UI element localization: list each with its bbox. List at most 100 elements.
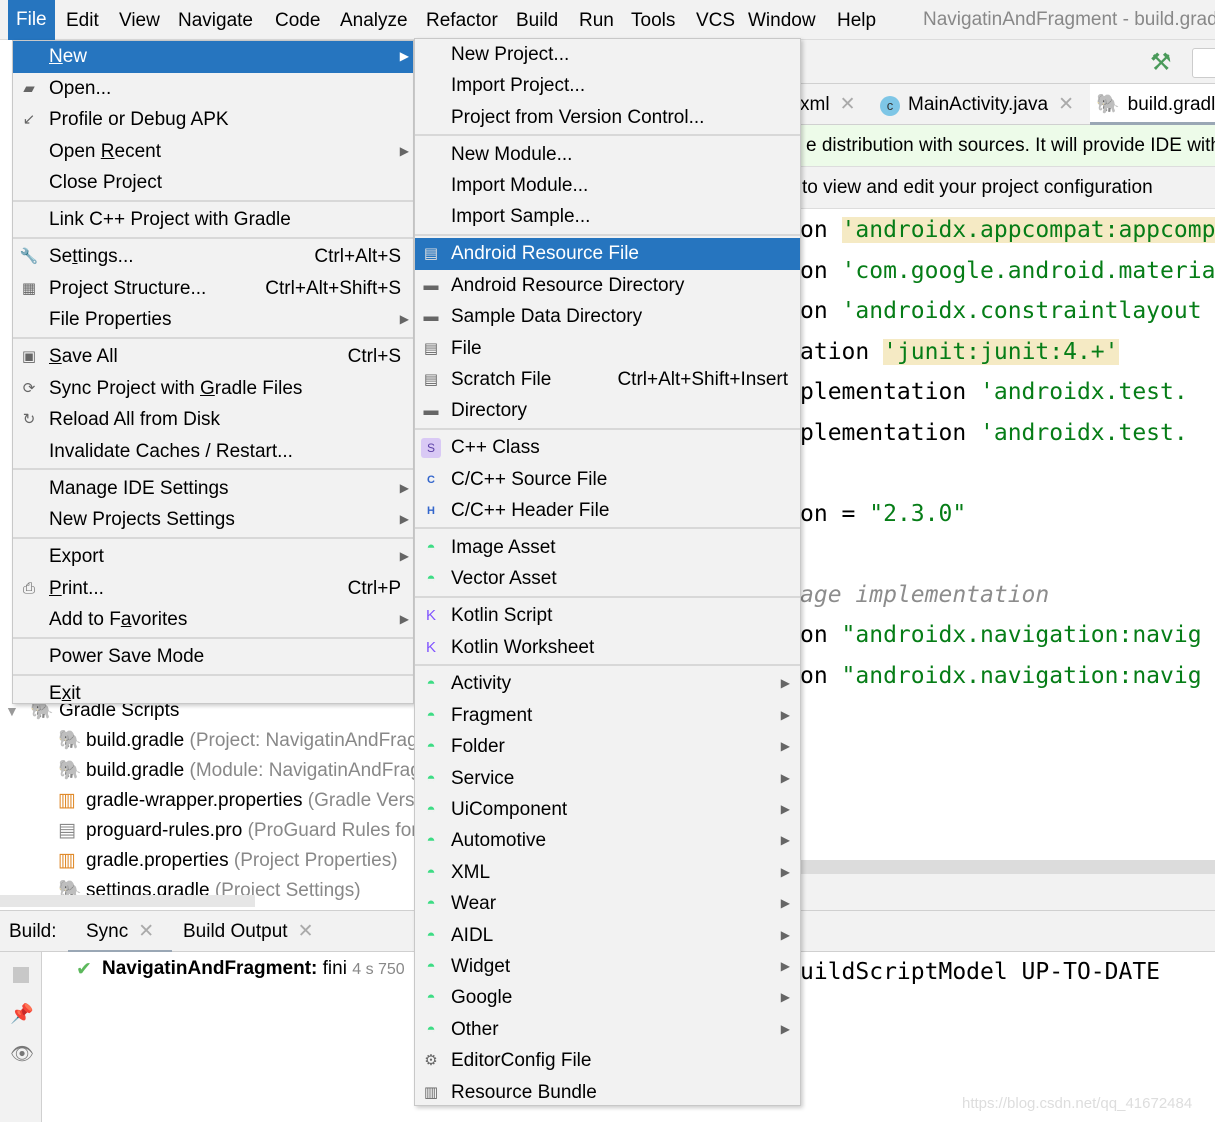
code-line: on "androidx.navigation:navig xyxy=(800,615,1202,655)
menu-item-kotlin-script[interactable]: K Kotlin Script xyxy=(415,600,800,631)
menu-item-sync-project-with-gradle-files[interactable]: ⟳ Sync Project with Gradle Files xyxy=(13,373,413,405)
menu-refactor[interactable]: Refactor xyxy=(418,6,506,36)
menu-item-editorconfig-file[interactable]: ⚙ EditorConfig File xyxy=(415,1045,800,1076)
menu-item-xml[interactable]: ◓ XML ▶ xyxy=(415,857,800,888)
menu-item-aidl[interactable]: ◓ AIDL ▶ xyxy=(415,920,800,951)
menu-item-import-module[interactable]: Import Module... xyxy=(415,170,800,201)
menu-item-import-sample[interactable]: Import Sample... xyxy=(415,201,800,232)
menu-item-kotlin-worksheet[interactable]: K Kotlin Worksheet xyxy=(415,632,800,663)
menu-item-profile-or-debug-apk[interactable]: ↙ Profile or Debug APK xyxy=(13,104,413,136)
menu-item-uicomponent[interactable]: ◓ UiComponent ▶ xyxy=(415,794,800,825)
tab-build-output[interactable]: Build Output ✕ xyxy=(183,911,314,953)
menu-item-import-project[interactable]: Import Project... xyxy=(415,70,800,101)
menu-item-android-resource-file[interactable]: ▤ Android Resource File xyxy=(415,238,800,270)
menu-item-power-save-mode[interactable]: Power Save Mode xyxy=(13,641,413,673)
menu-item-new-projects-settings[interactable]: New Projects Settings ▶ xyxy=(13,504,413,536)
menu-item-new-project[interactable]: New Project... xyxy=(415,39,800,70)
stop-icon[interactable] xyxy=(13,967,29,983)
menu-item-image-asset[interactable]: ◓ Image Asset xyxy=(415,532,800,563)
menu-item-android-resource-directory[interactable]: ▬ Android Resource Directory xyxy=(415,270,800,301)
menu-item-file-properties[interactable]: File Properties ▶ xyxy=(13,304,413,336)
menu-item-manage-ide-settings[interactable]: Manage IDE Settings ▶ xyxy=(13,473,413,505)
properties-file-icon: ▥ xyxy=(423,1083,439,1101)
run-config-dropdown[interactable] xyxy=(1192,48,1215,78)
menu-run[interactable]: Run xyxy=(571,6,622,36)
menu-item-c-class[interactable]: S C++ Class xyxy=(415,432,800,463)
editor-tab-label: MainActivity.java xyxy=(908,94,1049,115)
tree-item[interactable]: proguard-rules.pro (ProGuard Rules for a… xyxy=(86,816,461,846)
menu-vcs[interactable]: VCS xyxy=(688,6,743,36)
menu-item-project-from-version-control[interactable]: Project from Version Control... xyxy=(415,102,800,133)
close-icon[interactable]: ✕ xyxy=(138,921,154,942)
close-icon[interactable]: ✕ xyxy=(840,94,856,115)
menu-item-add-to-favorites[interactable]: Add to Favorites ▶ xyxy=(13,604,413,636)
menu-item-print[interactable]: ⎙ Print... Ctrl+P xyxy=(13,573,413,605)
menu-item-link-c-project-with-gradle[interactable]: Link C++ Project with Gradle xyxy=(13,204,413,236)
tree-scrollbar[interactable] xyxy=(0,895,255,907)
menu-item-resource-bundle[interactable]: ▥ Resource Bundle xyxy=(415,1077,800,1108)
build-hammer-icon[interactable]: ⚒ xyxy=(1150,48,1172,77)
menu-help[interactable]: Help xyxy=(829,6,884,36)
menu-item-new-module[interactable]: New Module... xyxy=(415,139,800,170)
menu-item-save-all[interactable]: ▣ Save All Ctrl+S xyxy=(13,341,413,373)
folder-icon: ▬ xyxy=(423,308,439,326)
tree-item[interactable]: gradle-wrapper.properties (Gradle Versio… xyxy=(86,786,446,816)
tab-sync[interactable]: Sync ✕ xyxy=(68,911,173,953)
menu-item-widget[interactable]: ◓ Widget ▶ xyxy=(415,951,800,982)
menu-item-reload-all-from-disk[interactable]: ↻ Reload All from Disk xyxy=(13,404,413,436)
editor-tab-mainactivity-java[interactable]: c MainActivity.java ✕ xyxy=(874,84,1074,125)
menu-build[interactable]: Build xyxy=(508,6,566,36)
code-token: on = xyxy=(800,500,870,527)
menu-item-wear[interactable]: ◓ Wear ▶ xyxy=(415,888,800,919)
menu-item-vector-asset[interactable]: ◓ Vector Asset xyxy=(415,563,800,594)
menu-item-fragment[interactable]: ◓ Fragment ▶ xyxy=(415,700,800,731)
menu-code[interactable]: Code xyxy=(267,6,328,36)
menu-file[interactable]: File xyxy=(8,0,55,40)
menu-item-project-structure[interactable]: ▦ Project Structure... Ctrl+Alt+Shift+S xyxy=(13,273,413,305)
menu-item-label: Reload All from Disk xyxy=(49,409,221,430)
menu-item-export[interactable]: Export ▶ xyxy=(13,541,413,573)
editor-tab-build-gradle[interactable]: 🐘 build.gradle xyxy=(1090,84,1215,125)
menu-item-new[interactable]: New ▶ xyxy=(13,41,413,73)
close-icon[interactable]: ✕ xyxy=(1058,94,1074,115)
menu-analyze[interactable]: Analyze xyxy=(332,6,416,36)
menu-item-open-recent[interactable]: Open Recent ▶ xyxy=(13,136,413,168)
notification-sources: e distribution with sources. It will pro… xyxy=(800,125,1215,167)
kotlin-icon: K xyxy=(425,638,436,656)
tree-item[interactable]: gradle.properties (Project Properties) xyxy=(86,846,398,876)
menu-window[interactable]: Window xyxy=(740,6,824,36)
menu-edit[interactable]: Edit xyxy=(58,6,107,36)
folder-icon: ▬ xyxy=(423,276,439,294)
menu-item-other[interactable]: ◓ Other ▶ xyxy=(415,1014,800,1045)
menu-item-directory[interactable]: ▬ Directory xyxy=(415,395,800,426)
menu-item-sample-data-directory[interactable]: ▬ Sample Data Directory xyxy=(415,301,800,332)
close-icon[interactable]: ✕ xyxy=(298,921,314,942)
code-editor[interactable]: on 'androidx.appcompat:appcompat on 'com.… xyxy=(800,209,1215,860)
menu-item-file[interactable]: ▤ File xyxy=(415,333,800,364)
menu-item-activity[interactable]: ◓ Activity ▶ xyxy=(415,668,800,699)
menu-navigate[interactable]: Navigate xyxy=(170,6,261,36)
eye-icon[interactable]: 👁 xyxy=(10,1042,34,1066)
menu-item-label: AIDL xyxy=(451,924,494,946)
menu-item-c-c-source-file[interactable]: C C/C++ Source File xyxy=(415,464,800,495)
menu-item-exit[interactable]: Exit xyxy=(13,678,413,710)
menu-item-open[interactable]: ▰ Open... xyxy=(13,73,413,105)
menu-item-settings[interactable]: 🔧 Settings... Ctrl+Alt+S xyxy=(13,241,413,273)
menu-item-scratch-file[interactable]: ▤ Scratch File Ctrl+Alt+Shift+Insert xyxy=(415,364,800,395)
menu-view[interactable]: View xyxy=(111,6,168,36)
tree-item[interactable]: build.gradle (Project: NavigatinAndFragm… xyxy=(86,726,466,756)
horizontal-scrollbar[interactable] xyxy=(800,860,1215,874)
menu-item-label: Invalidate Caches / Restart... xyxy=(49,440,293,462)
editor-tab-xml[interactable]: xml ✕ xyxy=(800,84,855,125)
menu-item-close-project[interactable]: Close Project xyxy=(13,167,413,199)
menu-item-c-c-header-file[interactable]: H C/C++ Header File xyxy=(415,495,800,526)
menu-item-google[interactable]: ◓ Google ▶ xyxy=(415,982,800,1013)
menu-item-folder[interactable]: ◓ Folder ▶ xyxy=(415,731,800,762)
sync-status[interactable]: NavigatinAndFragment: fini 4 s 750 xyxy=(102,958,405,980)
menu-item-service[interactable]: ◓ Service ▶ xyxy=(415,763,800,794)
menu-tools[interactable]: Tools xyxy=(623,6,683,36)
menu-item-invalidate-caches-restart[interactable]: Invalidate Caches / Restart... xyxy=(13,436,413,468)
android-icon: ◓ xyxy=(426,800,436,818)
menu-item-automotive[interactable]: ◓ Automotive ▶ xyxy=(415,825,800,856)
pin-icon[interactable]: 📌 xyxy=(10,1002,34,1026)
